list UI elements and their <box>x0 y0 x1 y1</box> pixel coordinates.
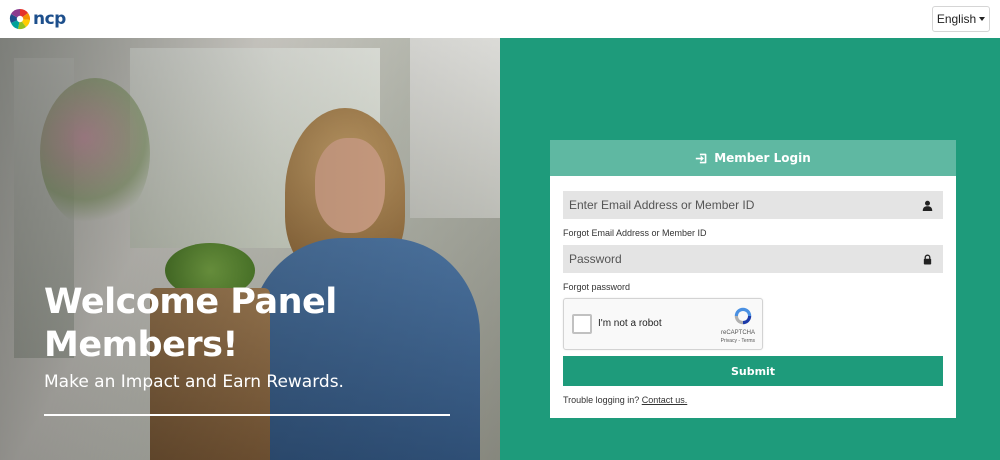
hero-subtitle: Make an Impact and Earn Rewards. <box>44 372 344 392</box>
ncp-logo-icon <box>9 8 31 30</box>
recaptcha-terms-link[interactable]: Terms <box>741 338 755 344</box>
top-header: ncp English <box>0 0 1000 38</box>
email-input[interactable] <box>569 198 922 212</box>
caret-down-icon <box>979 17 986 21</box>
password-field[interactable] <box>563 245 943 273</box>
logo-text: ncp <box>33 9 66 29</box>
forgot-email-link[interactable]: Forgot Email Address or Member ID <box>563 228 707 238</box>
hero-overlay <box>0 38 500 460</box>
language-dropdown[interactable]: English <box>932 6 990 32</box>
hero-title: Welcome Panel Members! <box>44 282 337 365</box>
hero-banner: Welcome Panel Members! Make an Impact an… <box>0 38 500 460</box>
recaptcha-brand: reCAPTCHA <box>720 330 755 336</box>
recaptcha-privacy-link[interactable]: Privacy <box>721 338 737 344</box>
recaptcha-checkbox[interactable] <box>572 314 592 334</box>
sign-in-icon <box>696 153 707 163</box>
hero-divider <box>44 414 450 416</box>
trouble-logging-in: Trouble logging in? Contact us. <box>563 395 687 405</box>
login-heading: Member Login <box>714 151 811 165</box>
recaptcha-widget: I'm not a robot reCAPTCHA Privacy - Term… <box>563 298 763 350</box>
password-input[interactable] <box>569 252 922 266</box>
lock-icon <box>923 254 932 265</box>
login-card: Member Login Forgot Email Address or Mem… <box>550 140 956 418</box>
login-card-header: Member Login <box>550 140 956 176</box>
recaptcha-label: I'm not a robot <box>598 318 662 329</box>
recaptcha-icon <box>734 307 752 325</box>
recaptcha-links: Privacy - Terms <box>721 338 755 344</box>
email-field[interactable] <box>563 191 943 219</box>
submit-button[interactable]: Submit <box>563 356 943 386</box>
contact-us-link[interactable]: Contact us. <box>642 395 688 405</box>
forgot-password-link[interactable]: Forgot password <box>563 282 630 292</box>
ncp-logo[interactable]: ncp <box>9 7 66 31</box>
login-panel: Member Login Forgot Email Address or Mem… <box>500 38 1000 460</box>
user-icon <box>922 200 933 211</box>
language-selected: English <box>936 12 977 26</box>
trouble-text: Trouble logging in? <box>563 395 640 405</box>
